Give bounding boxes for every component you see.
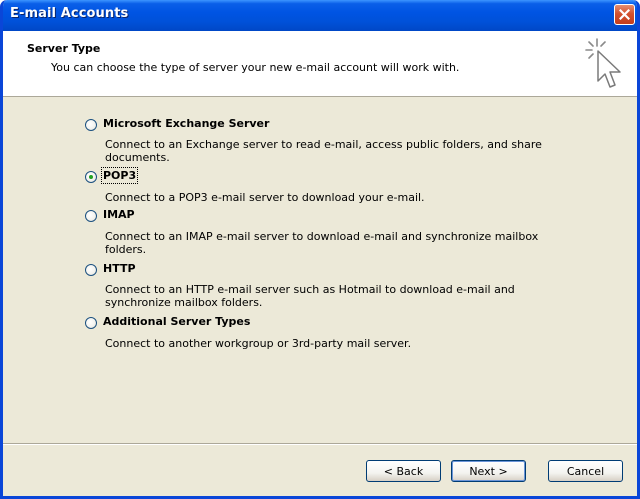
desc-line: Connect to another workgroup or 3rd-part… [105,337,412,350]
desc-line: synchronize mailbox folders. [105,296,263,309]
option-description: Connect to a POP3 e-mail server to downl… [105,191,545,204]
desc-line: Connect to a POP3 e-mail server to downl… [105,191,425,204]
title-bar[interactable]: E-mail Accounts [3,0,637,31]
window-title: E-mail Accounts [10,6,129,21]
page-title: Server Type [27,42,101,55]
option-label[interactable]: Microsoft Exchange Server [103,117,269,130]
option-label[interactable]: POP3 [100,167,139,184]
option-label[interactable]: Additional Server Types [103,315,250,328]
desc-line: documents. [105,151,170,164]
desc-line: Connect to an Exchange server to read e-… [105,138,542,151]
option-label[interactable]: HTTP [103,262,136,275]
radio-exchange[interactable] [85,119,97,131]
close-button[interactable] [614,4,635,25]
desc-line: Connect to an IMAP e-mail server to down… [105,230,539,243]
next-button[interactable]: Next > [451,460,526,482]
cancel-button[interactable]: Cancel [548,460,623,482]
desc-line: folders. [105,243,147,256]
radio-additional[interactable] [85,317,97,329]
email-accounts-dialog: E-mail Accounts Server Type You can choo… [0,0,640,499]
radio-imap[interactable] [85,210,97,222]
option-description: Connect to an IMAP e-mail server to down… [105,230,545,256]
desc-line: Connect to an HTTP e-mail server such as… [105,283,515,296]
page-subtitle: You can choose the type of server your n… [51,61,460,74]
radio-pop3[interactable] [85,171,97,183]
option-label[interactable]: IMAP [103,208,135,221]
footer-divider [3,443,637,445]
option-description: Connect to an Exchange server to read e-… [105,138,545,164]
wizard-header: Server Type You can choose the type of s… [3,31,637,97]
option-description: Connect to an HTTP e-mail server such as… [105,283,545,309]
close-icon [619,9,630,20]
option-description: Connect to another workgroup or 3rd-part… [105,337,545,350]
radio-http[interactable] [85,264,97,276]
back-button[interactable]: < Back [366,460,441,482]
cursor-sparkle-icon [585,38,621,88]
